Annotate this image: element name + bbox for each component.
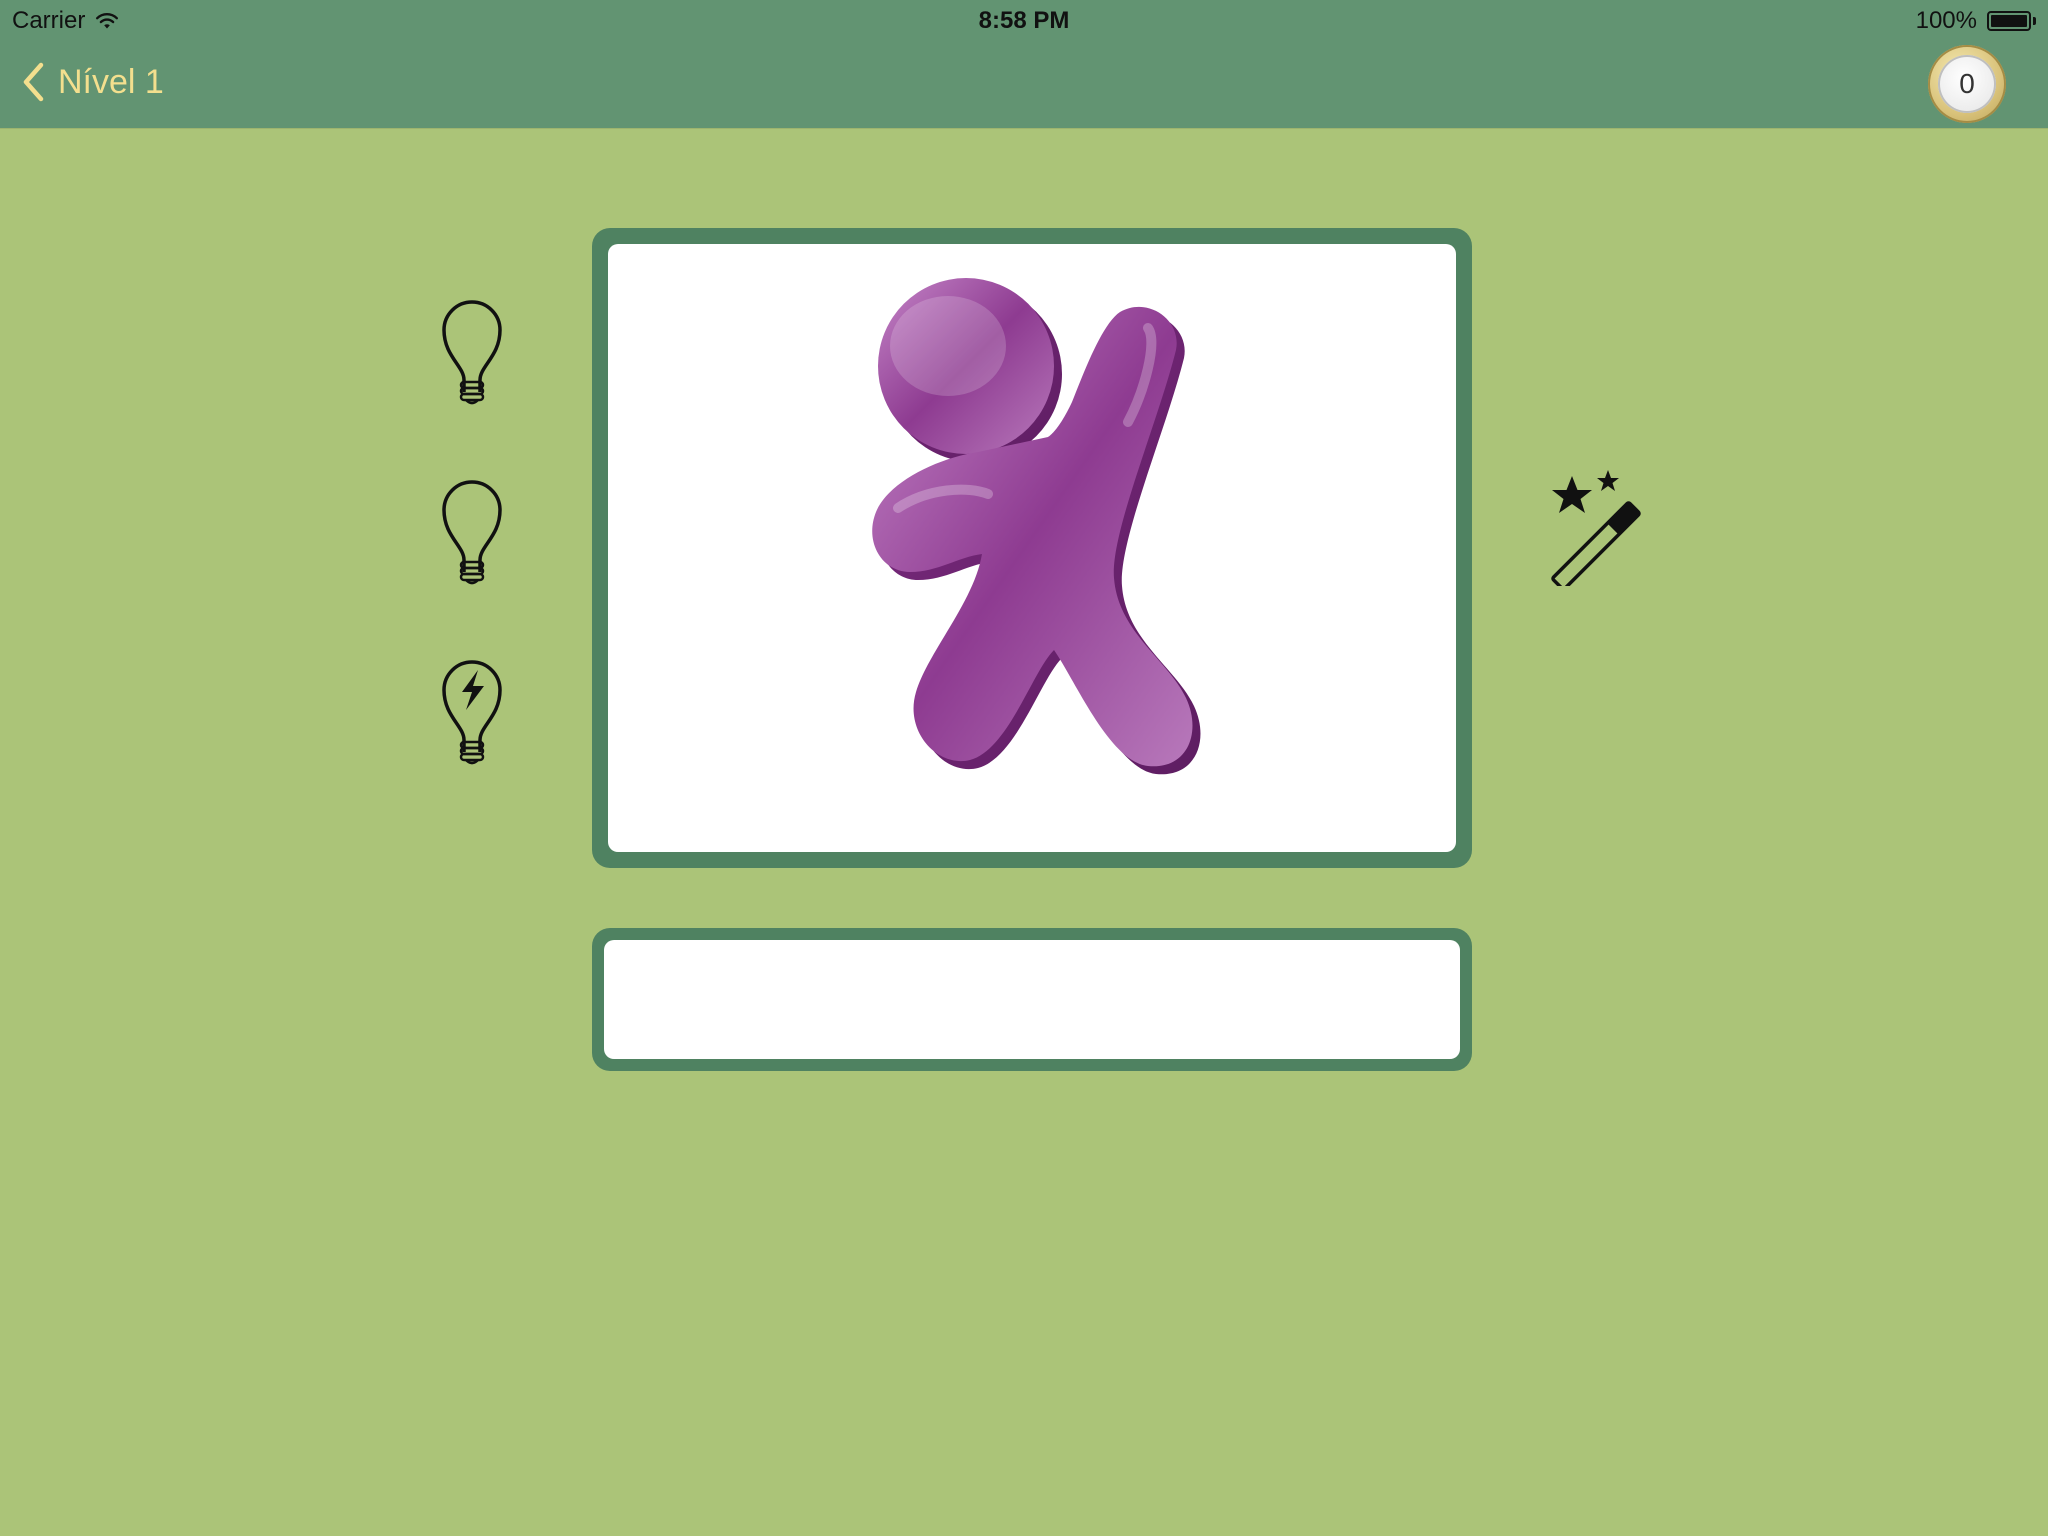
chevron-left-icon <box>23 62 44 102</box>
magic-wand-icon[interactable] <box>1546 470 1646 586</box>
back-button[interactable]: Nível 1 <box>22 62 164 102</box>
coin-count: 0 <box>1959 68 1975 99</box>
battery-percentage: 100% <box>1915 7 1977 34</box>
coin-counter[interactable]: 0 <box>1928 45 2006 123</box>
status-bar: Carrier 8:58 PM 100% <box>0 0 2048 40</box>
navigation-bar: Carrier 8:58 PM 100% Nível 1 0 <box>0 0 2048 128</box>
battery-indicator: 100% <box>1916 7 2036 35</box>
purple-figure-logo-icon <box>872 278 1201 775</box>
status-time: 8:58 PM <box>978 7 1070 34</box>
lightbulb-icon[interactable] <box>430 288 514 408</box>
battery-level <box>1991 15 2027 27</box>
battery-tip <box>2033 17 2036 25</box>
battery-icon <box>1987 11 2031 31</box>
lightbulb-icon[interactable] <box>430 468 514 588</box>
back-button-label: Nível 1 <box>58 62 164 101</box>
lightbulb-bolt-icon[interactable] <box>430 648 514 768</box>
puzzle-image <box>608 244 1456 852</box>
answer-frame <box>592 928 1472 1071</box>
answer-input[interactable] <box>604 940 1460 1059</box>
coin-icon: 0 <box>1938 55 1996 113</box>
image-frame <box>592 228 1472 868</box>
